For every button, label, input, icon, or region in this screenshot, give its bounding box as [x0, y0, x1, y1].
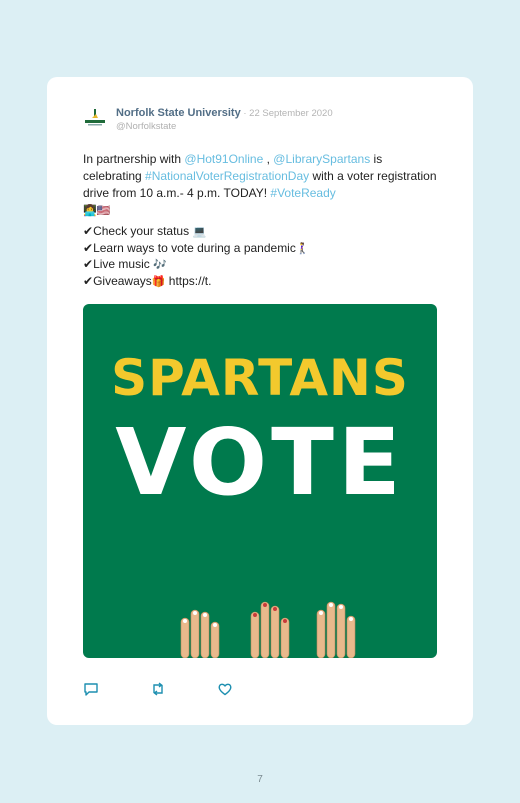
mention-libraryspartans[interactable]: @LibrarySpartans	[273, 152, 370, 166]
tweet-text: In partnership with @Hot91Online , @Libr…	[83, 151, 443, 220]
text-part: ,	[263, 152, 274, 166]
checklist-item: ✔Learn ways to vote during a pandemic🚶‍♀…	[83, 241, 443, 258]
checklist-item: ✔Check your status 💻	[83, 224, 443, 241]
laptop-icon: 💻	[192, 226, 207, 238]
check-icon: ✔	[83, 257, 94, 271]
tweet-date[interactable]: 22 September 2020	[249, 108, 332, 119]
page-number: 7	[257, 774, 263, 785]
technologist-flag-emoji: 👩‍💻🇺🇸	[83, 205, 111, 217]
check-icon: ✔	[83, 224, 94, 238]
checklist-text: Learn ways to vote during a pandemic	[93, 240, 296, 255]
image-title-spartans: SPARTANS	[111, 349, 409, 407]
gift-icon: 🎁	[151, 275, 166, 288]
mention-hot91online[interactable]: @Hot91Online	[184, 152, 263, 166]
checklist-text: Check your status	[93, 224, 193, 238]
author-name[interactable]: Norfolk State University	[116, 107, 241, 119]
tweet-header: Norfolk State University · 22 September …	[83, 107, 463, 147]
image-title-vote: VOTE	[115, 409, 405, 516]
checklist: ✔Check your status 💻 ✔Learn ways to vote…	[83, 224, 443, 290]
tweet-actions	[83, 681, 283, 697]
hashtag-voteready[interactable]: #VoteReady	[270, 186, 335, 200]
retweet-icon[interactable]	[150, 681, 166, 697]
reply-icon[interactable]	[83, 681, 99, 697]
author-line: Norfolk State University · 22 September …	[116, 107, 333, 119]
walking-woman-icon: 🚶‍♀️	[295, 242, 310, 255]
tweet-card: Norfolk State University · 22 September …	[47, 77, 473, 725]
hashtag-nationalvoterregistrationday[interactable]: #NationalVoterRegistrationDay	[145, 169, 309, 183]
author-handle[interactable]: @Norfolkstate	[116, 121, 176, 132]
university-logo[interactable]	[83, 107, 107, 131]
tweet-image[interactable]: SPARTANS VOTE	[83, 304, 437, 658]
raised-hands-illustration	[180, 601, 356, 658]
date-separator: ·	[240, 108, 250, 119]
checklist-text: Giveaways	[93, 273, 152, 288]
checklist-text: Live music	[93, 257, 154, 271]
text-part: In partnership with	[83, 152, 185, 166]
check-icon: ✔	[83, 240, 94, 255]
checklist-item: ✔Live music 🎶	[83, 257, 443, 274]
check-icon: ✔	[83, 273, 94, 288]
like-icon[interactable]	[217, 681, 233, 697]
truncated-link[interactable]: https://t.	[165, 274, 212, 288]
checklist-item: ✔Giveaways🎁 https://t.	[83, 274, 443, 291]
music-notes-icon: 🎶	[153, 259, 167, 271]
